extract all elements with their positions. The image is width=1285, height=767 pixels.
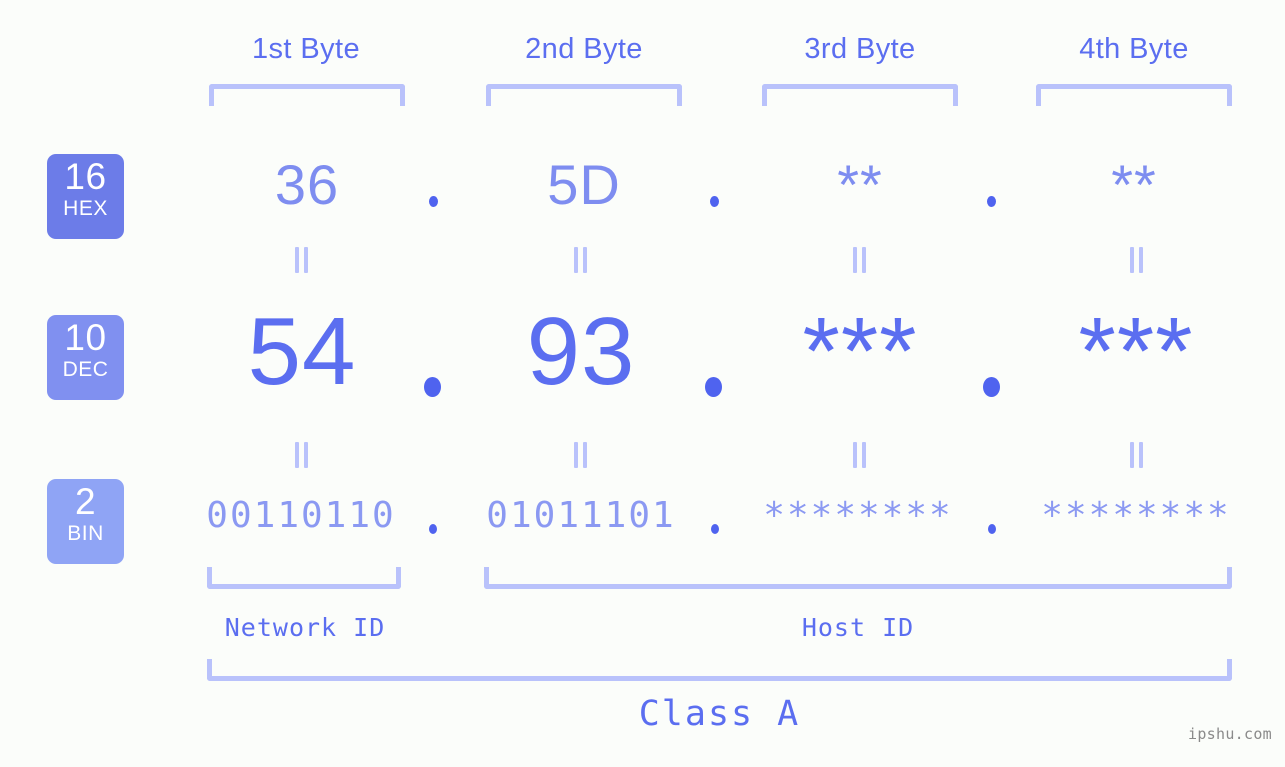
bracket-byte-4	[1036, 84, 1232, 106]
equals-mark-dec-bin-4	[1129, 442, 1144, 468]
equals-mark-dec-bin-3	[852, 442, 867, 468]
bin-value-byte-1: 00110110	[206, 495, 396, 536]
bracket-network-id	[207, 567, 401, 589]
hex-dot-1	[429, 196, 438, 207]
equals-mark-hex-dec-4	[1129, 247, 1144, 273]
byte-header-3: 3rd Byte	[804, 33, 916, 65]
bin-value-byte-3: ********	[763, 495, 953, 536]
equals-mark-hex-dec-2	[573, 247, 588, 273]
bin-dot-3	[988, 524, 996, 534]
bracket-byte-3	[762, 84, 958, 106]
hex-value-byte-3: **	[837, 153, 883, 216]
equals-mark-dec-bin-2	[573, 442, 588, 468]
equals-mark-hex-dec-3	[852, 247, 867, 273]
hex-dot-3	[987, 196, 996, 207]
network-id-label: Network ID	[224, 613, 386, 642]
class-label: Class A	[638, 694, 801, 734]
dec-value-byte-1: 54	[247, 298, 357, 405]
byte-header-4: 4th Byte	[1079, 33, 1189, 65]
byte-header-1: 1st Byte	[252, 33, 360, 65]
hex-value-byte-4: **	[1111, 153, 1157, 216]
base-badge-bin-name: BIN	[67, 521, 104, 545]
watermark: ipshu.com	[1188, 725, 1272, 743]
bracket-byte-1	[209, 84, 405, 106]
bin-value-byte-2: 01011101	[486, 495, 676, 536]
base-badge-dec-number: 10	[64, 317, 107, 358]
equals-mark-hex-dec-1	[294, 247, 309, 273]
dec-dot-1	[424, 377, 441, 397]
dec-dot-2	[705, 377, 722, 397]
diagram-canvas: 1st Byte 2nd Byte 3rd Byte 4th Byte 16 H…	[0, 0, 1285, 767]
base-badge-hex: 16 HEX	[47, 154, 124, 239]
byte-header-2: 2nd Byte	[525, 33, 643, 65]
bin-value-byte-4: ********	[1041, 495, 1231, 536]
dec-value-byte-2: 93	[526, 298, 636, 405]
equals-mark-dec-bin-1	[294, 442, 309, 468]
bracket-class	[207, 659, 1232, 681]
base-badge-hex-number: 16	[64, 156, 107, 197]
host-id-label: Host ID	[801, 613, 915, 642]
base-badge-bin-number: 2	[74, 481, 97, 522]
base-badge-dec: 10 DEC	[47, 315, 124, 400]
hex-value-byte-1: 36	[274, 153, 340, 216]
bin-dot-2	[711, 524, 719, 534]
bracket-byte-2	[486, 84, 682, 106]
dec-dot-3	[983, 377, 1000, 397]
hex-value-byte-2: 5D	[547, 153, 621, 216]
hex-dot-2	[710, 196, 719, 207]
dec-value-byte-3: ***	[802, 298, 918, 405]
dec-value-byte-4: ***	[1078, 298, 1194, 405]
bracket-host-id	[484, 567, 1232, 589]
base-badge-dec-name: DEC	[62, 357, 109, 381]
base-badge-bin: 2 BIN	[47, 479, 124, 564]
base-badge-hex-name: HEX	[63, 196, 108, 220]
bin-dot-1	[429, 524, 437, 534]
